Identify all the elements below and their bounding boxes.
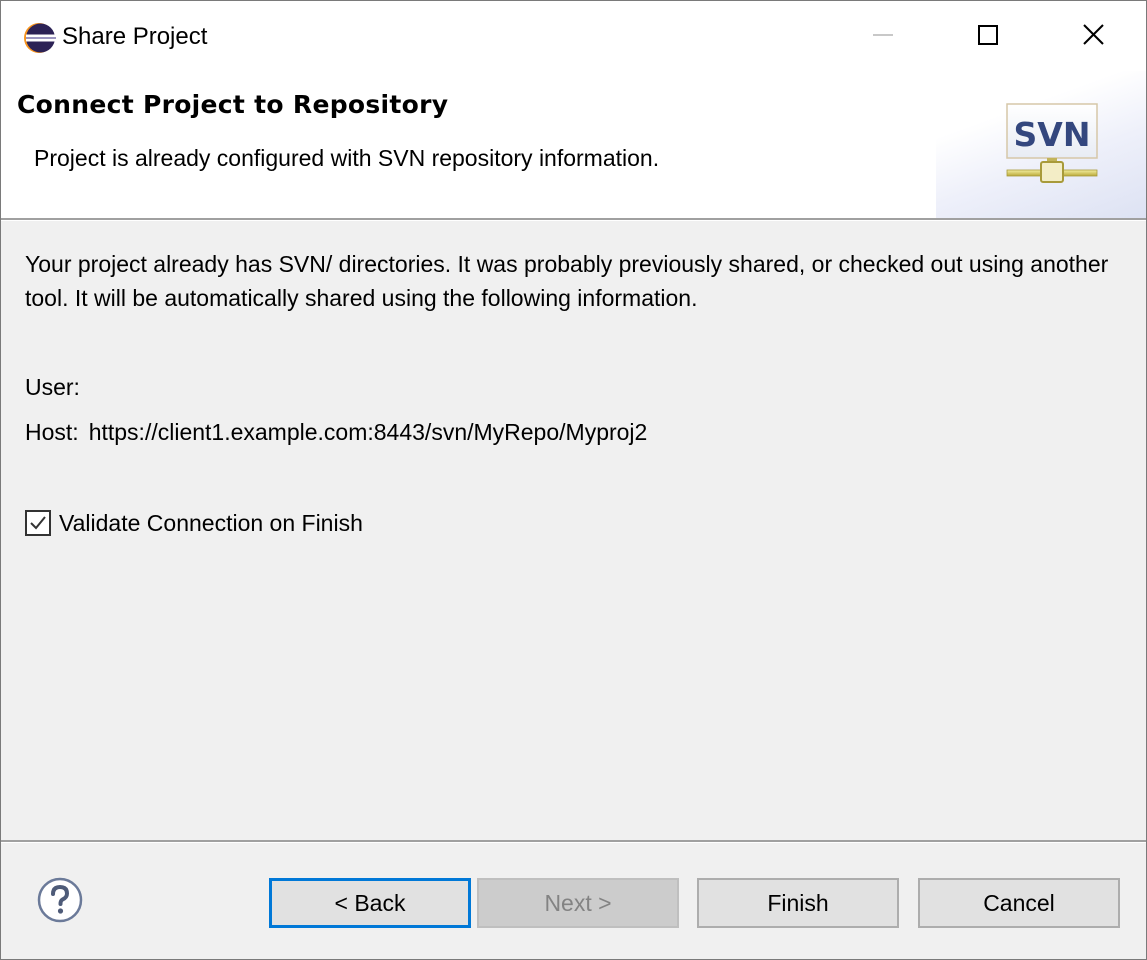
minimize-icon bbox=[873, 34, 893, 36]
svn-logo-text: SVN bbox=[1014, 115, 1091, 154]
page-description: Project is already configured with SVN r… bbox=[34, 145, 660, 171]
close-button[interactable] bbox=[1038, 1, 1146, 71]
next-button[interactable]: Next > bbox=[477, 878, 679, 928]
maximize-icon bbox=[978, 25, 998, 45]
validate-connection-checkbox[interactable]: Validate Connection on Finish bbox=[25, 506, 363, 540]
cancel-button[interactable]: Cancel bbox=[918, 878, 1120, 928]
title-bar: Share Project bbox=[1, 1, 1146, 71]
user-label: User: bbox=[25, 374, 80, 400]
info-message: Your project already has SVN/ directorie… bbox=[25, 251, 1109, 311]
window-title: Share Project bbox=[62, 23, 208, 50]
checkmark-icon bbox=[30, 516, 46, 530]
host-value: https://client1.example.com:8443/svn/MyR… bbox=[88, 419, 648, 445]
help-button[interactable] bbox=[37, 877, 83, 923]
finish-button[interactable]: Finish bbox=[697, 878, 899, 928]
checkbox-box[interactable] bbox=[25, 510, 51, 536]
host-row: Host: https://client1.example.com:8443/sv… bbox=[25, 419, 647, 446]
close-icon bbox=[1083, 24, 1104, 45]
help-icon bbox=[37, 877, 83, 923]
host-label: Host: bbox=[25, 419, 79, 445]
wizard-header: Connect Project to Repository Project is… bbox=[1, 71, 1146, 218]
user-row: User: bbox=[25, 374, 80, 401]
share-project-dialog: Share Project Connect Project to Reposit… bbox=[0, 0, 1147, 960]
minimize-button[interactable] bbox=[831, 1, 941, 71]
validate-connection-label: Validate Connection on Finish bbox=[59, 509, 363, 536]
maximize-button[interactable] bbox=[933, 1, 1043, 71]
svn-logo-icon: SVN bbox=[1006, 103, 1098, 183]
page-title: Connect Project to Repository bbox=[17, 90, 449, 119]
header-separator bbox=[1, 218, 1146, 221]
footer-separator bbox=[1, 840, 1146, 843]
eclipse-icon bbox=[22, 21, 56, 55]
back-button[interactable]: < Back bbox=[269, 878, 471, 928]
